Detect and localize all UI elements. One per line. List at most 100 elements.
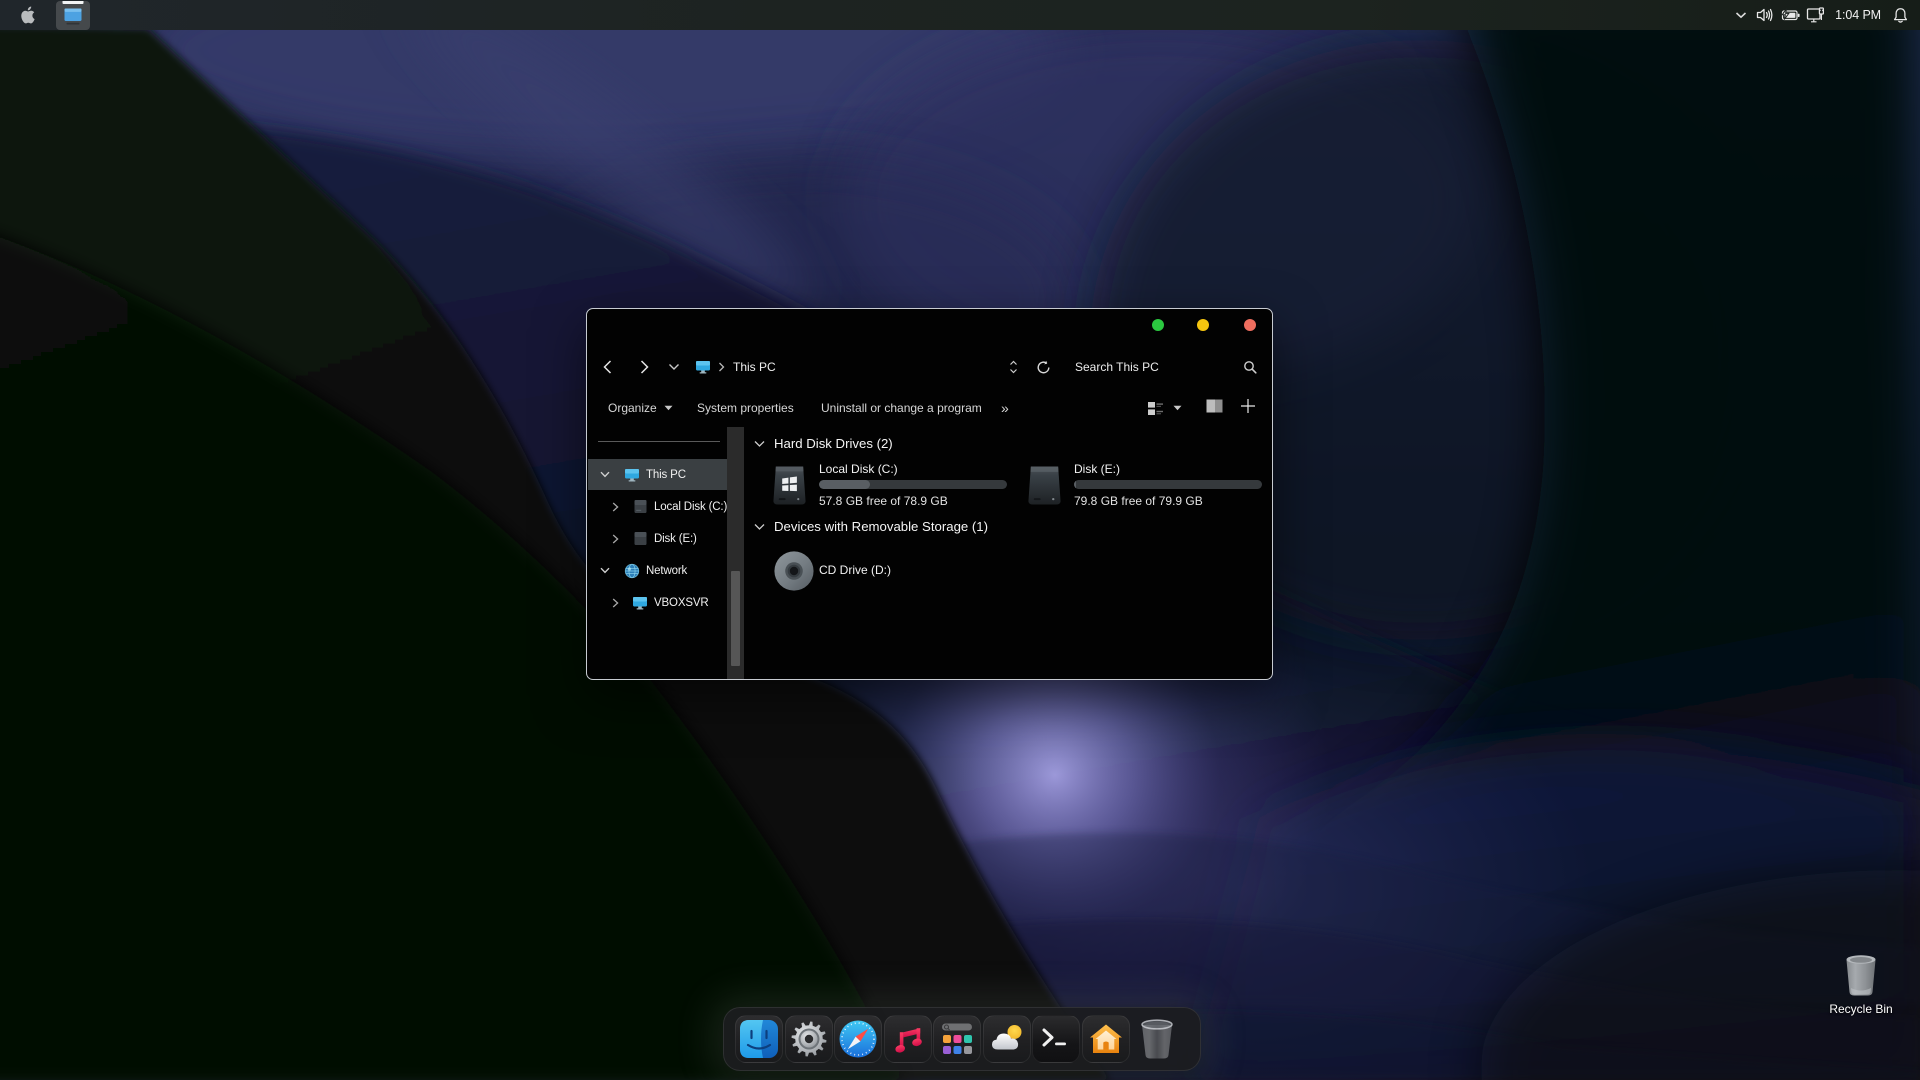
group-collapse-icon bbox=[754, 440, 765, 448]
address-dropdown-spinner[interactable] bbox=[1009, 360, 1018, 374]
drive-local-disk-c[interactable]: Local Disk (C:) 57.8 GB free of 78.9 GB bbox=[770, 463, 1010, 513]
forward-icon bbox=[636, 359, 652, 375]
address-bar: This PC Search This PC bbox=[587, 345, 1272, 389]
file-explorer-window: This PC Search This PC Organize Syst bbox=[586, 308, 1273, 680]
uninstall-program-button[interactable]: Uninstall or change a program bbox=[821, 401, 982, 415]
tree-item-icon bbox=[624, 563, 640, 579]
group-collapse-icon bbox=[754, 523, 765, 531]
drive-cd-d[interactable]: CD Drive (D:) bbox=[770, 548, 1010, 596]
window-maximize-button[interactable] bbox=[1197, 319, 1209, 331]
tree-expand-toggle[interactable] bbox=[600, 470, 610, 480]
refresh-icon bbox=[1036, 360, 1051, 375]
breadcrumb-location[interactable]: This PC bbox=[733, 360, 776, 374]
group-header-hard-disks[interactable]: Hard Disk Drives (2) bbox=[754, 436, 893, 451]
battery-button[interactable] bbox=[1777, 0, 1802, 30]
chevron-down-icon bbox=[1735, 11, 1747, 19]
group-title: Devices with Removable Storage (1) bbox=[774, 519, 988, 534]
plus-icon bbox=[1240, 398, 1256, 414]
folder-content: Hard Disk Drives (2) Local Disk (C:) bbox=[744, 427, 1272, 679]
taskbar-file-explorer-button[interactable] bbox=[56, 1, 90, 30]
window-minimize-button[interactable] bbox=[1152, 319, 1164, 331]
dock-item-music[interactable] bbox=[884, 1015, 932, 1063]
music-icon bbox=[888, 1019, 928, 1059]
tree-expand-toggle[interactable] bbox=[600, 566, 610, 576]
sidebar-item-local-disk-c[interactable]: Local Disk (C:) bbox=[588, 491, 728, 522]
tree-expand-toggle[interactable] bbox=[610, 534, 620, 544]
drive-disk-e[interactable]: Disk (E:) 79.8 GB free of 79.9 GB bbox=[1025, 463, 1265, 513]
organize-label: Organize bbox=[608, 401, 657, 415]
preview-pane-button[interactable] bbox=[1206, 399, 1223, 418]
tiles-view-icon bbox=[1147, 400, 1164, 417]
chevron-down-icon bbox=[668, 363, 680, 371]
sidebar-scrollbar[interactable] bbox=[727, 427, 744, 679]
hidden-icons-chevron[interactable] bbox=[1729, 0, 1753, 30]
group-collapse-toggle[interactable] bbox=[754, 440, 765, 448]
search-box[interactable]: Search This PC bbox=[1075, 360, 1159, 374]
refresh-button[interactable] bbox=[1036, 360, 1051, 375]
drive-name: Local Disk (C:) bbox=[819, 463, 898, 476]
command-toolbar: Organize System properties Uninstall or … bbox=[587, 389, 1272, 427]
hard-disk-icon bbox=[633, 499, 648, 514]
sidebar-separator bbox=[598, 441, 720, 442]
dock-item-trash[interactable] bbox=[1133, 1015, 1181, 1063]
desktop-recycle-bin[interactable]: Recycle Bin bbox=[1811, 952, 1911, 1016]
sidebar-item-vboxsvr[interactable]: VBOXSVR bbox=[588, 587, 728, 618]
menubar: 1:04 PM bbox=[0, 0, 1920, 30]
sidebar-item-disk-e[interactable]: Disk (E:) bbox=[588, 523, 728, 554]
group-title: Hard Disk Drives (2) bbox=[774, 436, 893, 451]
change-view-button[interactable] bbox=[1147, 400, 1182, 417]
expanded-chevron-icon bbox=[600, 471, 610, 478]
search-button[interactable] bbox=[1243, 360, 1257, 374]
window-titlebar[interactable] bbox=[587, 309, 1272, 345]
sidebar-item-this-pc[interactable]: This PC bbox=[588, 459, 728, 490]
network-pc-icon bbox=[632, 596, 648, 610]
recent-locations-button[interactable] bbox=[668, 363, 680, 371]
dock-item-home[interactable] bbox=[1082, 1015, 1130, 1063]
dock-item-safari[interactable] bbox=[834, 1015, 882, 1063]
volume-icon bbox=[1756, 7, 1774, 23]
tree-item-icon bbox=[632, 531, 648, 547]
collapsed-chevron-icon bbox=[612, 598, 619, 608]
apple-icon bbox=[20, 6, 35, 24]
apple-menu[interactable] bbox=[20, 6, 35, 24]
search-icon bbox=[1243, 360, 1257, 374]
terminal-icon bbox=[1036, 1019, 1076, 1059]
dock-item-finder[interactable] bbox=[735, 1015, 783, 1063]
sidebar-item-network[interactable]: Network bbox=[588, 555, 728, 586]
network-globe-icon bbox=[624, 563, 640, 579]
tree-expand-toggle[interactable] bbox=[610, 598, 620, 608]
notifications-button[interactable] bbox=[1888, 0, 1920, 30]
dock bbox=[723, 1007, 1201, 1071]
clock[interactable]: 1:04 PM bbox=[1828, 8, 1888, 22]
menubar-left bbox=[0, 0, 90, 30]
recycle-bin-icon bbox=[1843, 952, 1879, 998]
dock-item-weather[interactable] bbox=[983, 1015, 1031, 1063]
network-button[interactable] bbox=[1802, 0, 1828, 30]
chevron-right-icon bbox=[718, 362, 725, 372]
sidebar-item-label: Disk (E:) bbox=[654, 533, 697, 545]
group-header-removable[interactable]: Devices with Removable Storage (1) bbox=[754, 519, 988, 534]
expand-ribbon-button[interactable] bbox=[1240, 398, 1256, 419]
file-explorer-icon bbox=[60, 1, 86, 30]
window-close-button[interactable] bbox=[1244, 319, 1256, 331]
scrollbar-thumb[interactable] bbox=[731, 571, 740, 666]
tree-expand-toggle[interactable] bbox=[610, 502, 620, 512]
nav-forward-button[interactable] bbox=[636, 359, 652, 375]
bell-icon bbox=[1892, 7, 1909, 24]
volume-button[interactable] bbox=[1753, 0, 1777, 30]
trash-icon bbox=[1136, 1017, 1178, 1061]
dock-item-launchpad[interactable] bbox=[933, 1015, 981, 1063]
this-pc-icon bbox=[695, 360, 711, 374]
dock-item-settings[interactable] bbox=[785, 1015, 833, 1063]
nav-back-button[interactable] bbox=[600, 359, 616, 375]
dock-item-terminal[interactable] bbox=[1032, 1015, 1080, 1063]
organize-menu[interactable]: Organize bbox=[608, 401, 673, 415]
toolbar-overflow-button[interactable]: » bbox=[1001, 400, 1009, 416]
finder-icon bbox=[739, 1019, 779, 1059]
system-properties-button[interactable]: System properties bbox=[697, 401, 794, 415]
collapsed-chevron-icon bbox=[612, 534, 619, 544]
group-collapse-toggle[interactable] bbox=[754, 523, 765, 531]
hard-drive-icon bbox=[1026, 465, 1063, 506]
sidebar-item-label: Local Disk (C:) bbox=[654, 501, 727, 513]
drive-usage-bar bbox=[819, 480, 1007, 489]
